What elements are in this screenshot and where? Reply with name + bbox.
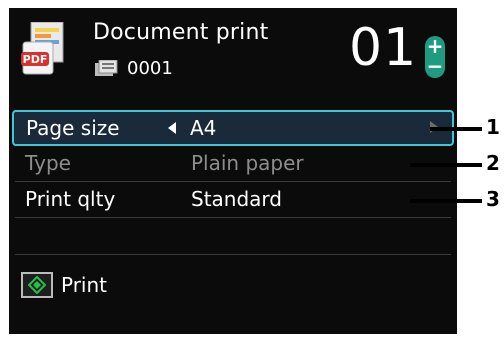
minus-icon[interactable]: −	[425, 56, 445, 76]
callout-line-3	[410, 199, 482, 203]
settings-list: Page size A4 Type Plain paper Print qlty…	[9, 110, 457, 255]
svg-text:PDF: PDF	[23, 53, 48, 66]
setting-page-size[interactable]: Page size A4	[12, 110, 454, 146]
setting-value: Plain paper	[191, 151, 304, 175]
left-arrow-icon[interactable]	[168, 122, 176, 134]
file-info: 0001	[95, 58, 173, 79]
callout-line-2	[410, 163, 482, 167]
setting-label: Page size	[26, 116, 120, 140]
callout-2: 2	[486, 151, 500, 175]
setting-type: Type Plain paper	[15, 146, 451, 182]
start-label: Print	[61, 273, 108, 297]
callout-line-1	[430, 127, 482, 131]
pdf-document-icon: PDF	[21, 22, 64, 75]
copies-count: 01	[349, 18, 418, 78]
setting-label: Type	[25, 151, 71, 175]
file-number: 0001	[127, 58, 173, 79]
copies-stepper[interactable]: + −	[425, 36, 445, 78]
page-title: Document print	[93, 20, 269, 45]
callout-3: 3	[486, 187, 500, 211]
memory-file-icon	[95, 59, 118, 76]
start-print[interactable]: Print	[21, 272, 107, 298]
setting-print-quality[interactable]: Print qlty Standard	[15, 182, 451, 218]
setting-label: Print qlty	[25, 187, 116, 211]
plus-icon[interactable]: +	[425, 36, 445, 56]
lcd-screen: PDF Document print 0001 01 + − Page size…	[9, 8, 457, 334]
callout-1: 1	[486, 115, 500, 139]
setting-value: A4	[190, 116, 217, 140]
start-button-icon[interactable]	[21, 272, 53, 298]
setting-value: Standard	[191, 187, 282, 211]
empty-row	[15, 218, 451, 255]
